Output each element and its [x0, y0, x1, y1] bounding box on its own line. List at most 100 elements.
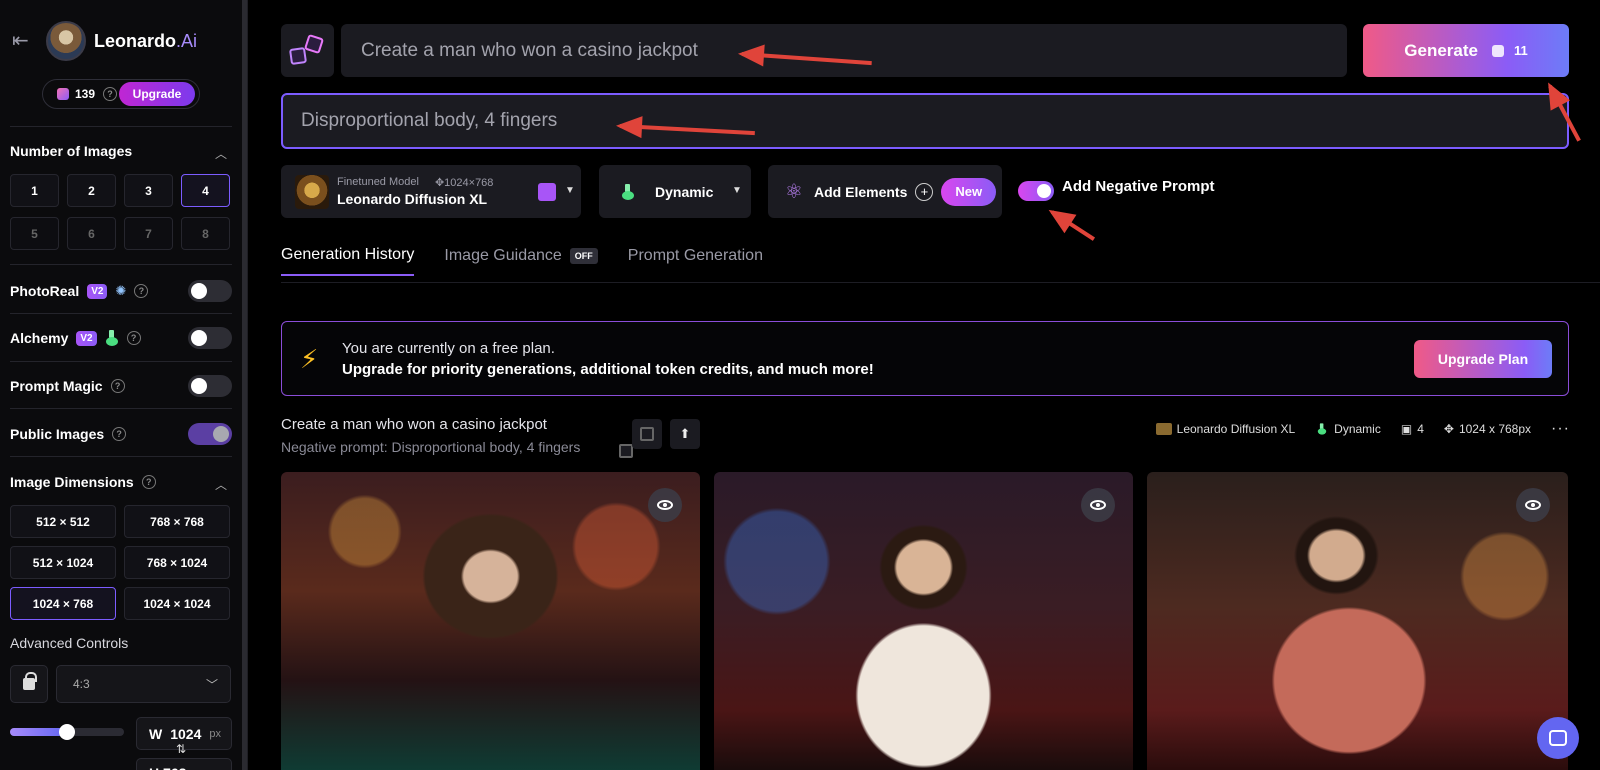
width-slider[interactable]	[10, 724, 124, 740]
generated-image[interactable]	[281, 472, 700, 770]
negative-prompt-input[interactable]: Disproportional body, 4 fingers	[281, 93, 1569, 149]
tab-generation-history[interactable]: Generation History	[281, 246, 415, 276]
chat-icon	[1549, 730, 1567, 746]
plan-banner-line1: You are currently on a free plan.	[342, 340, 555, 357]
upgrade-plan-button[interactable]: Upgrade Plan	[1414, 340, 1552, 378]
random-prompt-button[interactable]	[281, 24, 334, 77]
alchemy-label: Alchemy	[10, 330, 69, 346]
meta-count: ▣ 4	[1401, 422, 1424, 436]
generation-prompt: Create a man who won a casino jackpot	[281, 416, 547, 433]
height-label: H	[149, 765, 159, 770]
divider	[10, 361, 232, 362]
photoreal-toggle[interactable]	[188, 280, 232, 302]
reuse-prompt-button[interactable]: ⬆	[670, 419, 700, 449]
num-images-option[interactable]: 7	[124, 217, 173, 250]
dimension-option[interactable]: 768 × 768	[124, 505, 230, 538]
number-of-images-title[interactable]: Number of Images	[10, 143, 132, 159]
alchemy-toggle[interactable]	[188, 327, 232, 349]
num-images-option[interactable]: 6	[67, 217, 116, 250]
collapse-arrow-icon[interactable]: ⇤	[12, 30, 34, 52]
chevron-up-icon[interactable]: ︿	[215, 476, 227, 493]
generation-negative-prompt: Negative prompt: Disproportional body, 4…	[281, 439, 581, 455]
model-notes-icon[interactable]	[538, 183, 556, 201]
public-images-row: Public Images ?	[10, 421, 232, 447]
sidebar: ⇤ Leonardo.Ai 139 ? Upgrade Number of Im…	[0, 0, 248, 770]
num-images-option[interactable]: 5	[10, 217, 59, 250]
meta-style-text: Dynamic	[1334, 422, 1381, 436]
dimension-option[interactable]: 768 × 1024	[124, 546, 230, 579]
dimension-option[interactable]: 512 × 1024	[10, 546, 116, 579]
help-icon[interactable]: ?	[112, 427, 127, 441]
view-image-button[interactable]	[1516, 488, 1550, 522]
model-size: ✥1024×768	[434, 177, 494, 189]
negative-prompt-toggle-label[interactable]: Add Negative Prompt	[1062, 178, 1215, 195]
width-slider-thumb[interactable]	[59, 724, 75, 740]
app-root: ⇤ Leonardo.Ai 139 ? Upgrade Number of Im…	[0, 0, 1600, 770]
toggle-knob	[191, 378, 207, 394]
view-image-button[interactable]	[648, 488, 682, 522]
tab-prompt-generation[interactable]: Prompt Generation	[628, 246, 763, 276]
new-badge: New	[941, 177, 997, 206]
width-value: 1024	[170, 725, 202, 742]
chat-support-button[interactable]	[1537, 717, 1579, 759]
image-dimensions-title[interactable]: Image Dimensions ?	[10, 474, 156, 490]
dimension-option-selected[interactable]: 1024 × 768	[10, 587, 116, 620]
swap-dimensions-icon[interactable]: ⇅	[176, 742, 186, 756]
model-kind: Finetuned Model	[337, 176, 419, 188]
add-elements-button[interactable]: ⚛ Add Elements + New	[768, 165, 1002, 218]
height-input[interactable]: H 768	[136, 758, 232, 770]
aspect-lock-button[interactable]	[10, 665, 48, 703]
alchemy-row: Alchemy V2 ?	[10, 325, 232, 351]
upgrade-button[interactable]: Upgrade	[119, 82, 195, 106]
add-elements-label: Add Elements	[814, 183, 908, 200]
eye-icon	[1090, 500, 1106, 510]
generate-button[interactable]: Generate 11	[1363, 24, 1569, 77]
help-icon[interactable]: ?	[110, 379, 125, 393]
chevron-up-icon[interactable]: ︿	[215, 145, 227, 162]
help-icon[interactable]: ?	[141, 475, 156, 489]
dimension-option[interactable]: 512 × 512	[10, 505, 116, 538]
prompt-magic-row: Prompt Magic ?	[10, 373, 232, 399]
token-icon	[1491, 44, 1504, 57]
copy-icon[interactable]	[619, 444, 633, 458]
image-dimensions-grid: 512 × 512 768 × 768 512 × 1024 768 × 102…	[10, 505, 230, 620]
copy-prompt-button[interactable]	[632, 419, 662, 449]
prompt-input[interactable]: Create a man who won a casino jackpot	[341, 24, 1347, 77]
photoreal-icon: ✺	[115, 283, 127, 298]
style-label: Dynamic	[655, 183, 714, 200]
more-options-icon[interactable]: ···	[1551, 420, 1570, 438]
style-selector[interactable]: Dynamic ▼	[599, 165, 751, 218]
tab-image-guidance[interactable]: Image Guidance OFF	[444, 246, 598, 276]
eye-icon	[657, 500, 673, 510]
aspect-ratio-select[interactable]: 4:3 ﹀	[56, 665, 231, 703]
divider	[10, 313, 232, 314]
help-icon[interactable]: ?	[126, 331, 141, 345]
view-image-button[interactable]	[1081, 488, 1115, 522]
photoreal-label: PhotoReal	[10, 283, 80, 299]
model-selector[interactable]: Finetuned Model ✥1024×768 Leonardo Diffu…	[281, 165, 581, 218]
dimension-option[interactable]: 1024 × 1024	[124, 587, 230, 620]
generation-meta: Leonardo Diffusion XL Dynamic ▣ 4 ✥ 1024 x…	[1155, 420, 1570, 438]
copy-icon	[640, 427, 654, 441]
generated-image[interactable]	[1147, 472, 1568, 770]
generated-image[interactable]	[714, 472, 1133, 770]
help-icon[interactable]: ?	[103, 87, 118, 101]
toggle-knob	[191, 330, 207, 346]
prompt-magic-toggle[interactable]	[188, 375, 232, 397]
tab-label: Prompt Generation	[627, 247, 763, 264]
num-images-option[interactable]: 2	[67, 174, 116, 207]
plus-circle-icon: +	[915, 182, 934, 201]
width-label: W	[149, 725, 163, 742]
public-images-toggle[interactable]	[188, 423, 232, 445]
meta-model: Leonardo Diffusion XL	[1155, 422, 1295, 436]
help-icon[interactable]: ?	[134, 284, 149, 298]
num-images-option[interactable]: 8	[181, 217, 230, 250]
num-images-option[interactable]: 1	[10, 174, 59, 207]
advanced-controls-label[interactable]: Advanced Controls	[10, 635, 128, 651]
num-images-option-selected[interactable]: 4	[181, 174, 230, 207]
sidebar-scrollbar[interactable]	[242, 0, 247, 770]
negative-prompt-toggle[interactable]	[1018, 181, 1054, 201]
num-images-option[interactable]: 3	[124, 174, 173, 207]
token-count: 139	[75, 87, 96, 101]
brand-name[interactable]: Leonardo.Ai	[94, 31, 197, 52]
